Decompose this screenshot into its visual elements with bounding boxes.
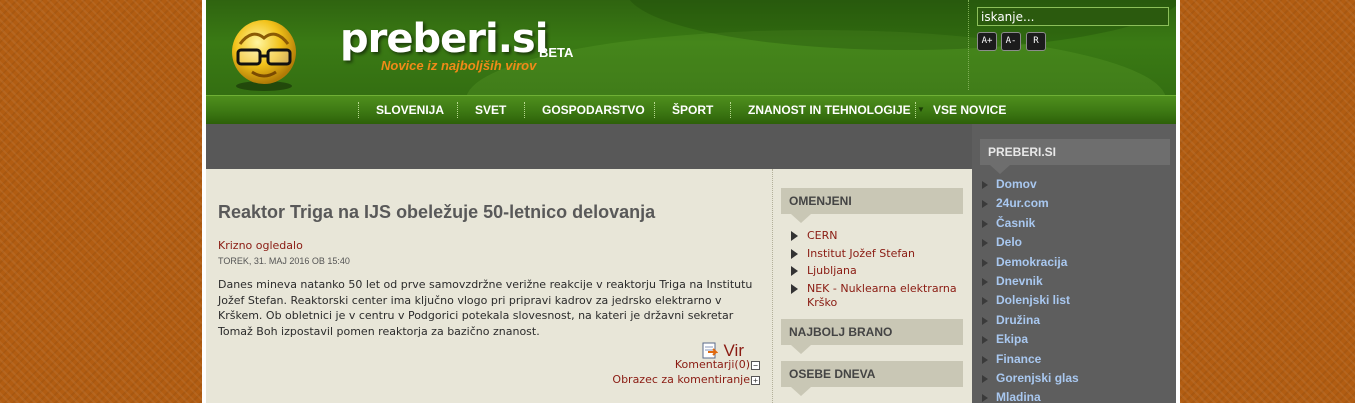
nav-item-label: VSE NOVICE bbox=[933, 103, 1007, 117]
article-date: TOREK, 31. MAJ 2016 OB 15:40 bbox=[218, 256, 350, 266]
comment-form-toggle[interactable]: Obrazec za komentiranje + bbox=[612, 373, 760, 386]
article-body: Danes mineva natanko 50 let od prve samo… bbox=[218, 278, 753, 338]
sidebar-item-delo[interactable]: Delo bbox=[980, 233, 1079, 252]
najbolj-brano-heading[interactable]: NAJBOLJ BRANO bbox=[781, 319, 963, 354]
site-header: preberi.si BETA Novice iz najboljših vir… bbox=[206, 0, 1176, 95]
source-document-icon bbox=[702, 342, 718, 359]
font-increase-button[interactable]: A+ bbox=[977, 32, 997, 51]
sidebar-item-gorenjski-glas[interactable]: Gorenjski glas bbox=[980, 369, 1079, 388]
content-top-band bbox=[206, 124, 972, 169]
site-tagline: Novice iz najboljših virov bbox=[381, 58, 537, 73]
nav-item-znanost[interactable]: ZNANOST IN TEHNOLOGIJE bbox=[730, 96, 911, 124]
omenjeni-item-ljubljana[interactable]: Ljubljana bbox=[785, 264, 965, 278]
article-title[interactable]: Reaktor Triga na IJS obeležuje 50-letnic… bbox=[218, 202, 655, 223]
sidebar-item-mladina[interactable]: Mladina bbox=[980, 388, 1079, 403]
article: Reaktor Triga na IJS obeležuje 50-letnic… bbox=[206, 169, 772, 403]
nav-item-svet[interactable]: SVET bbox=[457, 96, 506, 124]
comment-form-label: Obrazec za komentiranje bbox=[612, 373, 750, 386]
expand-icon: + bbox=[751, 375, 760, 385]
sidebar-item-casnik[interactable]: Časnik bbox=[980, 214, 1079, 233]
sidebar-item-druzina[interactable]: Družina bbox=[980, 311, 1079, 330]
search-area: A+ A- R bbox=[968, 0, 1176, 90]
related-column: OMENJENI CERN Institut Jožef Stefan Ljub… bbox=[772, 169, 972, 403]
nav-item-sport[interactable]: ŠPORT bbox=[654, 96, 713, 124]
search-input[interactable] bbox=[977, 7, 1169, 26]
sidebar-heading: PREBERI.SI bbox=[980, 139, 1170, 174]
sidebar-item-finance[interactable]: Finance bbox=[980, 350, 1079, 369]
omenjeni-item-cern[interactable]: CERN bbox=[785, 229, 965, 243]
nav-item-gospodarstvo[interactable]: GOSPODARSTVO bbox=[524, 96, 645, 124]
main-navigation: SLOVENIJA SVET GOSPODARSTVO ŠPORT ZNANOS… bbox=[206, 95, 1176, 124]
osebe-dneva-heading[interactable]: OSEBE DNEVA bbox=[781, 361, 963, 396]
nav-item-slovenija[interactable]: SLOVENIJA bbox=[358, 96, 444, 124]
sources-list: Domov 24ur.com Časnik Delo Demokracija D… bbox=[980, 175, 1079, 403]
collapse-icon: − bbox=[751, 360, 760, 370]
smiley-mascot-icon[interactable] bbox=[224, 14, 304, 94]
article-source-link[interactable]: Krizno ogledalo bbox=[218, 239, 303, 252]
sidebar-item-ekipa[interactable]: Ekipa bbox=[980, 330, 1079, 349]
beta-label: BETA bbox=[539, 45, 574, 60]
omenjeni-list: CERN Institut Jožef Stefan Ljubljana NEK… bbox=[785, 229, 965, 313]
nav-item-vse-novice[interactable]: ▼ VSE NOVICE bbox=[915, 96, 1006, 124]
sidebar-item-demokracija[interactable]: Demokracija bbox=[980, 253, 1079, 272]
sources-sidebar: PREBERI.SI Domov 24ur.com Časnik Delo De… bbox=[972, 124, 1176, 403]
omenjeni-item-nek[interactable]: NEK - Nuklearna elektrarna Krško bbox=[785, 282, 965, 310]
sidebar-item-dnevnik[interactable]: Dnevnik bbox=[980, 272, 1079, 291]
sidebar-item-24ur[interactable]: 24ur.com bbox=[980, 194, 1079, 213]
font-reset-button[interactable]: R bbox=[1026, 32, 1046, 51]
page-frame: preberi.si BETA Novice iz najboljših vir… bbox=[202, 0, 1180, 403]
sidebar-item-domov[interactable]: Domov bbox=[980, 175, 1079, 194]
site-logo-text[interactable]: preberi.si bbox=[340, 16, 548, 62]
sidebar-item-dolenjski-list[interactable]: Dolenjski list bbox=[980, 291, 1079, 310]
font-decrease-button[interactable]: A- bbox=[1001, 32, 1021, 51]
comments-toggle[interactable]: Komentarji(0) − bbox=[675, 358, 760, 371]
omenjeni-heading: OMENJENI bbox=[781, 188, 963, 223]
dropdown-arrow-icon: ▼ bbox=[917, 105, 925, 114]
omenjeni-item-ijs[interactable]: Institut Jožef Stefan bbox=[785, 247, 965, 261]
page-content: preberi.si BETA Novice iz najboljših vir… bbox=[206, 0, 1176, 403]
comments-label: Komentarji(0) bbox=[674, 358, 750, 371]
